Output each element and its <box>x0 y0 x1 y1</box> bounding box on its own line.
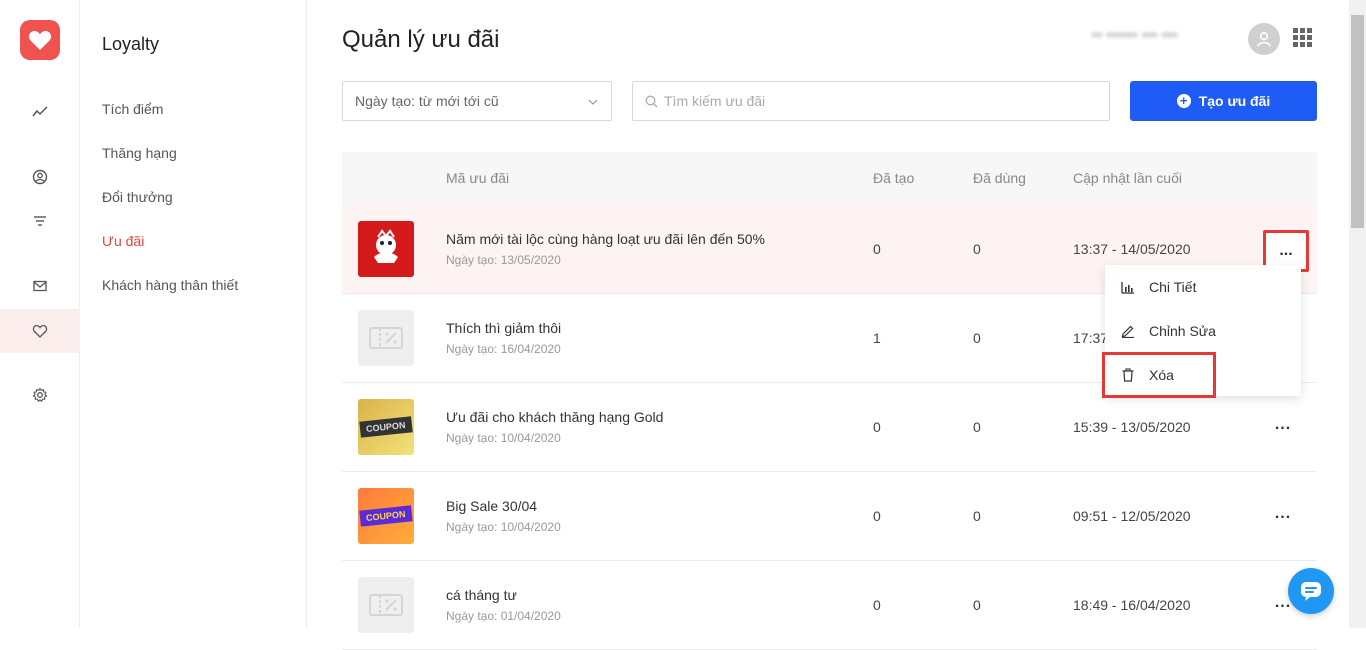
delete-label: Xóa <box>1149 367 1174 383</box>
used-count: 0 <box>973 508 981 524</box>
updated-time: 15:39 - 13/05/2020 <box>1073 419 1191 435</box>
updated-time: 17:37 <box>1073 330 1109 346</box>
scrollbar[interactable] <box>1349 0 1366 628</box>
row-actions-dropdown: Chi Tiết Chỉnh Sửa Xóa <box>1102 265 1301 398</box>
used-count: 0 <box>973 241 981 257</box>
coupon-badge: COUPON <box>359 416 413 438</box>
offer-thumbnail <box>358 221 414 277</box>
offer-date: Ngày tạo: 10/04/2020 <box>446 520 561 534</box>
created-count: 0 <box>873 597 881 613</box>
used-count: 0 <box>973 419 981 435</box>
created-count: 0 <box>873 241 881 257</box>
menu-item-points[interactable]: Tích điểm <box>102 101 163 117</box>
create-offer-button[interactable]: + Tạo ưu đãi <box>1130 81 1317 121</box>
offer-name[interactable]: Năm mới tài lộc cùng hàng loạt ưu đãi lê… <box>446 231 765 247</box>
chat-icon[interactable] <box>1288 568 1334 614</box>
updated-time: 09:51 - 12/05/2020 <box>1073 508 1191 524</box>
analytics-icon[interactable] <box>0 90 80 134</box>
col-updated: Cập nhật lần cuối <box>1073 170 1182 186</box>
offer-thumbnail: COUPON <box>358 488 414 544</box>
gear-icon[interactable] <box>0 373 80 417</box>
menu-item-rank-up[interactable]: Thăng hạng <box>102 145 177 161</box>
menu-title: Loyalty <box>102 34 160 54</box>
bar-chart-icon <box>1121 282 1134 294</box>
col-created: Đã tạo <box>873 170 915 186</box>
detail-label: Chi Tiết <box>1149 279 1197 295</box>
col-used: Đã dùng <box>973 170 1026 186</box>
offer-date: Ngày tạo: 13/05/2020 <box>446 253 561 267</box>
offer-name[interactable]: Ưu đãi cho khách thăng hạng Gold <box>446 409 663 425</box>
offer-name[interactable]: cá tháng tư <box>446 587 517 603</box>
created-count: 0 <box>873 419 881 435</box>
pencil-icon <box>1121 325 1134 338</box>
apps-grid-icon[interactable] <box>1293 28 1312 47</box>
table-header: Mã ưu đãi Đã tạo Đã dùng Cập nhật lần cu… <box>342 152 1317 205</box>
menu-item-rewards[interactable]: Đổi thưởng <box>102 189 173 205</box>
mail-icon[interactable] <box>0 264 80 308</box>
search-placeholder: Tìm kiếm ưu đãi <box>664 93 766 109</box>
avatar[interactable] <box>1248 23 1280 55</box>
user-circle-icon[interactable] <box>0 155 80 199</box>
more-actions-button[interactable]: ... <box>1273 506 1293 522</box>
used-count: 0 <box>973 597 981 613</box>
search-icon <box>645 95 658 107</box>
created-count: 0 <box>873 508 881 524</box>
sort-select-value: Ngày tạo: từ mới tới cũ <box>355 93 499 109</box>
table-row[interactable]: COUPON Ưu đãi cho khách thăng hạng Gold … <box>342 383 1317 472</box>
page-title: Quản lý ưu đãi <box>342 26 500 53</box>
created-count: 1 <box>873 330 881 346</box>
detail-menu-item[interactable]: Chi Tiết <box>1105 267 1301 307</box>
offer-thumbnail: COUPON <box>358 399 414 455</box>
more-actions-button[interactable]: ... <box>1273 417 1293 433</box>
scrollbar-thumb[interactable] <box>1351 15 1364 228</box>
updated-time: 18:49 - 16/04/2020 <box>1073 597 1191 613</box>
account-name: •• •••••• ••• ••• <box>1092 28 1178 42</box>
chevron-down-icon <box>588 99 598 105</box>
heart-icon[interactable] <box>0 309 80 353</box>
updated-time: 13:37 - 14/05/2020 <box>1073 241 1191 257</box>
used-count: 0 <box>973 330 981 346</box>
heart-logo-icon[interactable] <box>20 20 60 60</box>
ticket-placeholder-icon <box>358 577 414 633</box>
menu-item-offers[interactable]: Ưu đãi <box>102 233 144 249</box>
loyalty-menu: Loyalty Tích điểm Thăng hạng Đổi thưởng … <box>80 0 307 628</box>
edit-label: Chỉnh Sửa <box>1149 323 1216 339</box>
offer-date: Ngày tạo: 10/04/2020 <box>446 431 561 445</box>
edit-menu-item[interactable]: Chỉnh Sửa <box>1105 311 1301 351</box>
trash-icon <box>1122 368 1134 382</box>
offer-date: Ngày tạo: 01/04/2020 <box>446 609 561 623</box>
offer-date: Ngày tạo: 16/04/2020 <box>446 342 561 356</box>
table-row[interactable]: COUPON Big Sale 30/04 Ngày tạo: 10/04/20… <box>342 472 1317 561</box>
offers-table: Mã ưu đãi Đã tạo Đã dùng Cập nhật lần cu… <box>342 152 1317 650</box>
menu-item-loyal-customers[interactable]: Khách hàng thân thiết <box>102 277 238 293</box>
coupon-badge: COUPON <box>359 505 413 527</box>
create-offer-label: Tạo ưu đãi <box>1198 93 1271 109</box>
offer-name[interactable]: Big Sale 30/04 <box>446 498 537 514</box>
search-input[interactable]: Tìm kiếm ưu đãi <box>632 81 1110 121</box>
delete-menu-item[interactable]: Xóa <box>1102 352 1216 398</box>
col-code: Mã ưu đãi <box>446 170 510 186</box>
plus-circle-icon: + <box>1176 94 1191 108</box>
offer-name[interactable]: Thích thì giảm thôi <box>446 320 561 336</box>
icon-rail <box>0 0 80 628</box>
ticket-placeholder-icon <box>358 310 414 366</box>
sort-select[interactable]: Ngày tạo: từ mới tới cũ <box>342 81 612 121</box>
table-row[interactable]: cá tháng tư Ngày tạo: 01/04/2020 0 0 18:… <box>342 561 1317 650</box>
filter-icon[interactable] <box>0 199 80 243</box>
